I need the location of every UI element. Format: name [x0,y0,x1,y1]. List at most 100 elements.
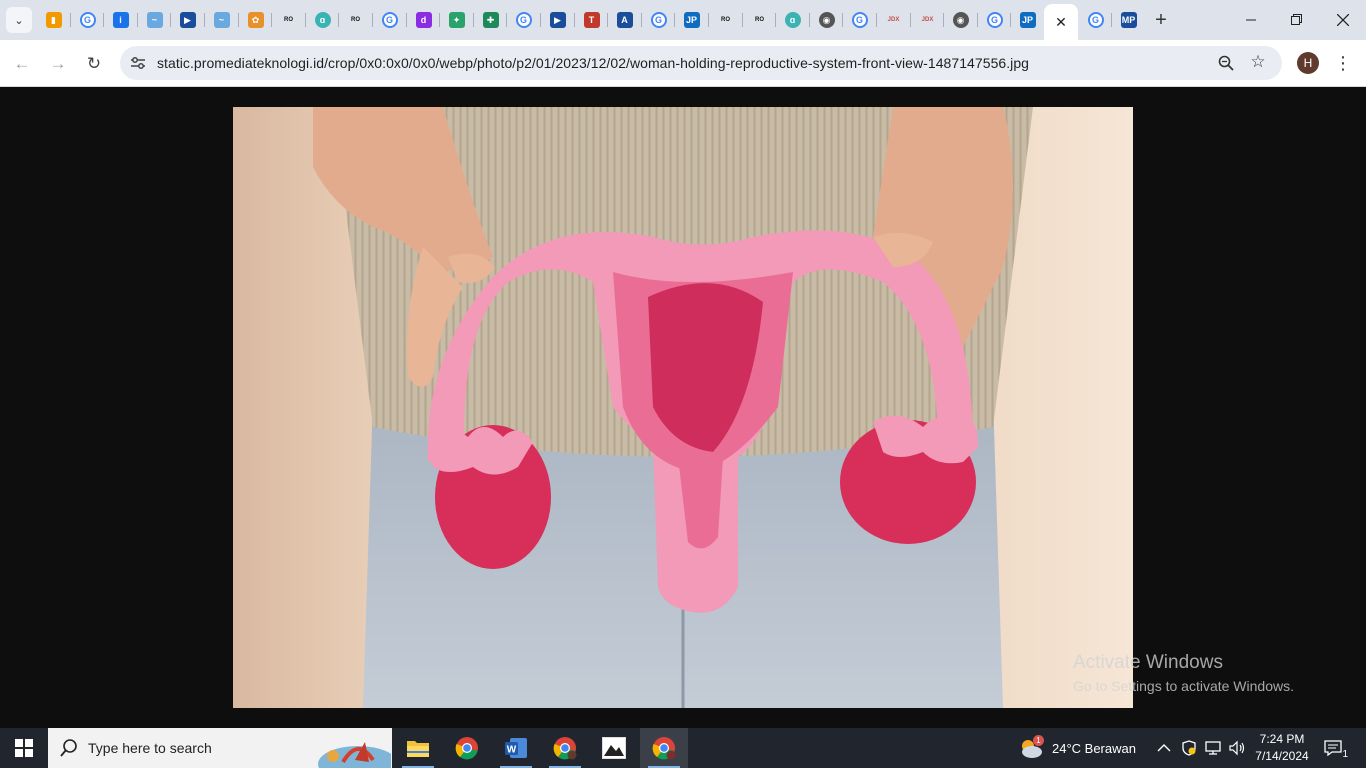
tab[interactable]: ɑ [306,6,339,34]
tray-network[interactable] [1204,728,1222,768]
tab-separator [708,13,709,27]
tab-separator [910,13,911,27]
tab[interactable]: ▶ [171,6,204,34]
photo-illustration [233,107,1133,708]
tab[interactable]: ◉ [944,6,977,34]
restore-button[interactable] [1274,0,1320,40]
tab[interactable]: G [1079,6,1112,34]
tray-security[interactable] [1181,728,1197,768]
tab[interactable]: JP [1011,6,1044,34]
tab[interactable]: G [642,6,675,34]
tab[interactable]: RO [743,6,776,34]
close-icon[interactable]: ✕ [1055,14,1067,31]
jdx-icon: JDX [921,17,934,23]
tab-separator [271,13,272,27]
new-tab-button[interactable]: + [1150,9,1172,31]
taskbar-search-box[interactable]: Type here to search [48,728,392,768]
word-icon: W [505,738,527,758]
displayed-photo[interactable] [233,107,1133,708]
taskbar-file-explorer[interactable] [394,728,442,768]
url-text[interactable]: static.promediateknologi.id/crop/0x0:0x0… [157,55,1029,71]
tab-search-button[interactable]: ⌄ [6,7,32,33]
chrome-icon [455,737,478,760]
start-button[interactable] [0,728,48,768]
tab-separator [574,13,575,27]
tab-strip: ⌄ ▮ Gi ~ ▶ ~ ✿ RO ɑ RO Gd ✦ ✚ G ▶ T A G JP RO RO ɑ ◉ G JDX JDX ◉ G… [0,0,1366,40]
tab-separator [674,13,675,27]
tab[interactable]: JDX [877,6,910,34]
profile-avatar[interactable]: H [1297,52,1319,74]
tab-separator [607,13,608,27]
browser-menu-button[interactable]: ⋮ [1333,52,1353,74]
notification-icon [1324,740,1342,757]
address-bar[interactable]: static.promediateknologi.id/crop/0x0:0x0… [120,46,1282,80]
tab[interactable]: JP [675,6,708,34]
tab-separator [775,13,776,27]
tab-separator [977,13,978,27]
minimize-button[interactable] [1228,0,1274,40]
tab[interactable]: ◉ [810,6,843,34]
tab[interactable]: ▮ [37,6,70,34]
tray-chevron[interactable] [1157,728,1171,768]
tab[interactable]: G [71,6,104,34]
tab[interactable]: G [373,6,406,34]
tab[interactable]: A [608,6,641,34]
watermark-title: Activate Windows [1073,652,1223,673]
tab[interactable]: ✦ [440,6,473,34]
tab[interactable]: ~ [205,6,238,34]
tab[interactable]: ▶ [541,6,574,34]
tab[interactable]: ~ [138,6,171,34]
photos-icon [602,737,626,759]
tab-separator [1111,13,1112,27]
tab[interactable]: i [104,6,137,34]
svg-text:W: W [507,745,517,756]
reload-button[interactable]: ↻ [81,51,107,77]
tab-separator [338,13,339,27]
google-icon: G [381,12,398,28]
taskbar-chrome-active[interactable] [640,728,688,768]
forward-button[interactable]: → [45,51,71,77]
taskbar-word[interactable]: W [492,728,540,768]
tab[interactable]: G [843,6,876,34]
tab[interactable]: G [507,6,540,34]
ro-icon: RO [721,17,730,23]
tab-separator [204,13,205,27]
network-icon [1205,741,1221,755]
tab-separator [137,13,138,27]
mp-icon: MP [1120,12,1137,28]
tab[interactable]: d [407,6,440,34]
tab-active[interactable]: ✕ [1044,4,1078,40]
star-icon[interactable]: ☆ [1248,52,1268,72]
sparkle-icon: ✦ [448,12,465,28]
tab-separator [842,13,843,27]
t-icon: T [583,12,600,28]
tab[interactable]: JDX [911,6,944,34]
zoom-icon[interactable] [1216,53,1236,73]
tab[interactable]: G [978,6,1011,34]
taskbar-photos[interactable] [590,728,638,768]
tab[interactable]: ✿ [239,6,272,34]
weather-widget[interactable]: 1 24°C Berawan [1018,728,1136,768]
weather-badge: 1 [1033,735,1044,746]
tab-separator [372,13,373,27]
search-icon [60,739,77,757]
tab[interactable]: RO [272,6,305,34]
tab[interactable]: MP [1112,6,1145,34]
notification-count: 1 [1342,749,1348,760]
taskbar-clock[interactable]: 7:24 PM 7/14/2024 [1252,731,1312,765]
windows-taskbar: Type here to search W 1 24°C Berawan 7:2… [0,728,1366,768]
tab[interactable]: ✚ [474,6,507,34]
site-info-icon[interactable] [128,53,148,73]
close-window-button[interactable] [1320,0,1366,40]
tab[interactable]: RO [339,6,372,34]
google-icon: G [851,12,868,28]
tab-separator [238,13,239,27]
tab[interactable]: ɑ [776,6,809,34]
tray-volume[interactable] [1228,728,1246,768]
taskbar-chrome[interactable] [443,728,491,768]
back-button[interactable]: ← [9,51,35,77]
tab[interactable]: RO [709,6,742,34]
notification-center-button[interactable]: 1 [1320,736,1348,760]
tab[interactable]: T [575,6,608,34]
taskbar-chrome-profile[interactable] [541,728,589,768]
